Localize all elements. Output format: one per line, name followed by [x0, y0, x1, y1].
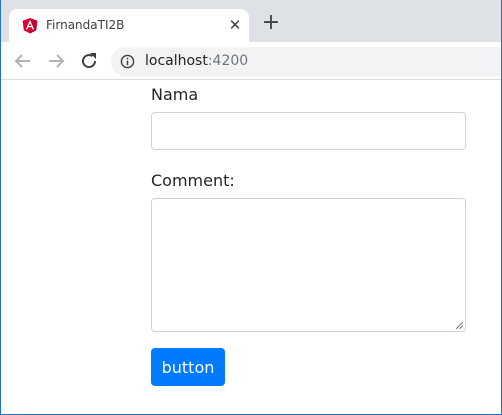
url-port: :4200	[207, 53, 249, 69]
url-host: localhost	[145, 53, 208, 69]
resize-grip-icon[interactable]	[455, 321, 463, 329]
plus-icon[interactable]: +	[262, 12, 280, 34]
arrow-left-icon[interactable]	[12, 50, 34, 72]
browser-window: FirnandaTI2B ✕ + localhost:4200 Nama Com…	[0, 0, 502, 415]
browser-tab[interactable]: FirnandaTI2B ✕	[9, 9, 249, 42]
page-content: Nama Comment: button	[1, 81, 501, 414]
angular-logo-icon	[22, 18, 38, 34]
comment-textarea[interactable]	[151, 198, 466, 332]
tab-title: FirnandaTI2B	[46, 18, 125, 32]
url-text: localhost:4200	[145, 53, 248, 69]
name-input[interactable]	[151, 112, 466, 150]
browser-toolbar: localhost:4200	[1, 42, 501, 80]
info-icon[interactable]	[120, 54, 135, 69]
tab-strip: FirnandaTI2B ✕ +	[1, 0, 501, 42]
arrow-right-icon[interactable]	[45, 50, 67, 72]
close-icon[interactable]: ✕	[227, 17, 243, 33]
address-bar[interactable]: localhost:4200	[111, 47, 501, 76]
submit-button[interactable]: button	[151, 348, 225, 386]
comment-label: Comment:	[151, 171, 235, 190]
name-label: Nama	[151, 85, 199, 104]
reload-icon[interactable]	[78, 50, 100, 72]
